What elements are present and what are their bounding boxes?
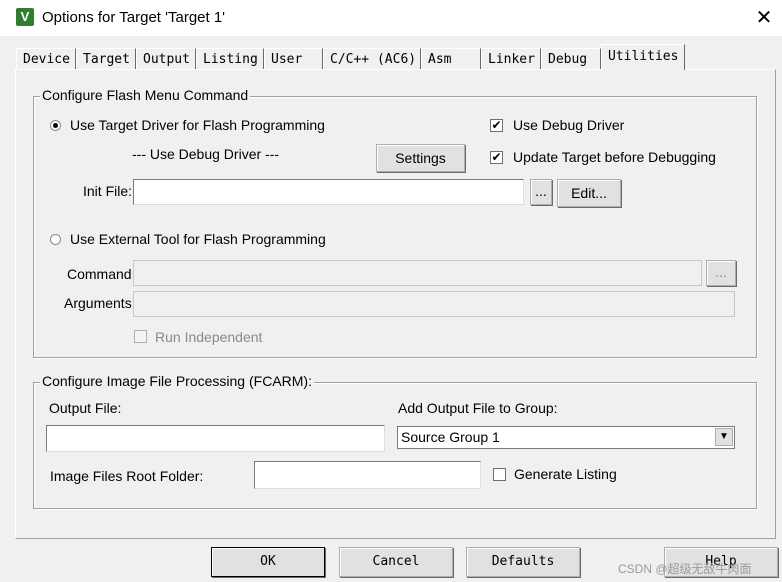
tab-output[interactable]: Output [136, 48, 196, 69]
title-bar: V Options for Target 'Target 1' ✕ [0, 0, 782, 36]
add-output-label: Add Output File to Group: [398, 400, 558, 416]
flash-group-legend: Configure Flash Menu Command [40, 87, 251, 103]
init-file-browse-button[interactable]: ... [530, 179, 552, 205]
tab-c-cpp-ac6[interactable]: C/C++ (AC6) [323, 48, 421, 69]
tab-user[interactable]: User [264, 48, 323, 69]
run-independent-label: Run Independent [155, 329, 263, 345]
ok-button[interactable]: OK [211, 547, 325, 577]
root-folder-label: Image Files Root Folder: [50, 468, 204, 484]
update-target-checkbox[interactable]: ✔ [490, 151, 503, 164]
close-icon[interactable]: ✕ [750, 6, 778, 30]
use-external-tool-label: Use External Tool for Flash Programming [70, 231, 326, 247]
flash-group [33, 96, 757, 358]
tab-bar: Device Target Output Listing User C/C++ … [16, 44, 776, 70]
tab-asm[interactable]: Asm [421, 48, 481, 69]
output-file-label: Output File: [49, 400, 122, 416]
arguments-label: Arguments: [64, 295, 136, 311]
cancel-button[interactable]: Cancel [339, 547, 453, 577]
watermark: CSDN @超级无敌牛肉面 [618, 562, 752, 576]
driver-text: --- Use Debug Driver --- [132, 146, 280, 162]
output-file-input[interactable] [46, 425, 385, 452]
tab-device[interactable]: Device [16, 48, 76, 69]
use-target-driver-radio[interactable] [50, 120, 61, 131]
update-target-label: Update Target before Debugging [513, 149, 716, 165]
tab-target[interactable]: Target [76, 48, 136, 69]
init-file-label: Init File: [83, 183, 133, 199]
chevron-down-icon[interactable]: ▼ [715, 428, 733, 446]
init-file-input[interactable] [133, 179, 524, 205]
use-target-driver-label: Use Target Driver for Flash Programming [70, 117, 325, 133]
command-browse-button[interactable]: ... [706, 260, 736, 286]
defaults-button[interactable]: Defaults [466, 547, 580, 577]
run-independent-checkbox[interactable] [134, 330, 147, 343]
keil-app-icon: V [16, 8, 34, 26]
window-title: Options for Target 'Target 1' [42, 9, 226, 26]
use-debug-driver-checkbox[interactable]: ✔ [490, 119, 503, 132]
group-select-value: Source Group 1 [401, 429, 500, 445]
tab-linker[interactable]: Linker [481, 48, 541, 69]
settings-button[interactable]: Settings [376, 144, 465, 172]
root-folder-input[interactable] [254, 461, 481, 489]
generate-listing-label: Generate Listing [514, 466, 617, 482]
use-debug-driver-label: Use Debug Driver [513, 117, 625, 133]
use-external-tool-radio[interactable] [50, 234, 61, 245]
tab-utilities[interactable]: Utilities [601, 44, 685, 70]
generate-listing-checkbox[interactable] [493, 468, 506, 481]
group-select[interactable]: Source Group 1 ▼ [397, 426, 735, 449]
tab-listing[interactable]: Listing [196, 48, 264, 69]
image-group-legend: Configure Image File Processing (FCARM): [40, 373, 314, 389]
edit-button[interactable]: Edit... [557, 179, 621, 207]
tab-debug[interactable]: Debug [541, 48, 601, 69]
command-input[interactable] [133, 260, 702, 286]
arguments-input[interactable] [133, 291, 735, 317]
command-label: Command: [67, 266, 136, 282]
